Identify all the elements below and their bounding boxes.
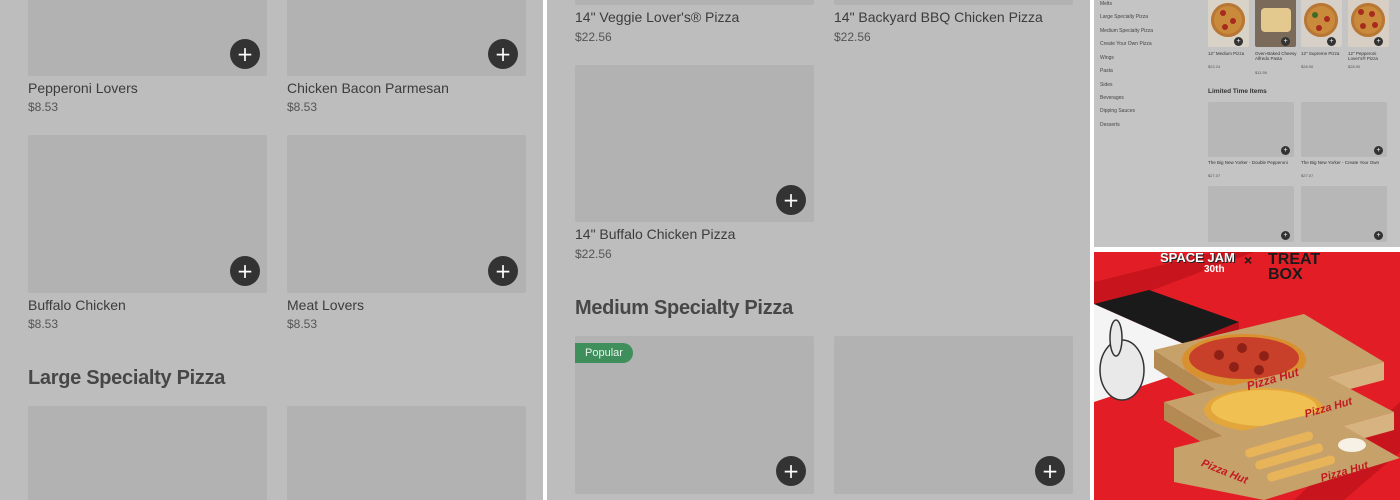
add-item-button[interactable]: +: [776, 456, 806, 486]
sidebar-item[interactable]: Pasta: [1100, 68, 1113, 74]
product-name[interactable]: 12" Supreme Pizza: [1301, 51, 1345, 56]
product-price: $27.07: [1208, 173, 1221, 178]
sidebar-item[interactable]: Large Specialty Pizza: [1100, 14, 1148, 20]
item-price: $8.53: [28, 317, 59, 331]
item-image[interactable]: [28, 406, 267, 500]
sidebar-item[interactable]: Dipping Sauces: [1100, 108, 1135, 114]
promo-banner[interactable]: SPACE JAM 30th × TREAT BOX Pizza Hut Piz…: [1094, 252, 1400, 500]
add-item-button[interactable]: +: [1327, 37, 1336, 46]
product-price: $11.59: [1255, 70, 1267, 75]
add-item-button[interactable]: +: [1281, 231, 1290, 240]
product-price: $28.90: [1348, 64, 1361, 69]
add-item-button[interactable]: +: [1374, 146, 1383, 155]
close-icon: ×: [1244, 252, 1253, 268]
item-name[interactable]: Buffalo Chicken: [28, 297, 126, 313]
menu-panel-left: + + Pepperoni Lovers $8.53 Chicken Bacon…: [0, 0, 543, 500]
add-item-button[interactable]: +: [488, 39, 518, 69]
menu-panel-middle: 14" Veggie Lover's® Pizza $22.56 14" Bac…: [547, 0, 1090, 500]
product-price: $28.90: [1301, 64, 1314, 69]
add-item-button[interactable]: +: [488, 256, 518, 286]
item-price: $22.56: [834, 30, 871, 44]
section-title: Medium Specialty Pizza: [575, 297, 793, 319]
popular-badge: Popular: [575, 343, 633, 363]
sidebar-item[interactable]: Melts: [1100, 1, 1112, 7]
item-price: $8.53: [287, 100, 318, 114]
item-name[interactable]: Pepperoni Lovers: [28, 80, 138, 96]
sidebar-item[interactable]: Beverages: [1100, 95, 1124, 101]
product-name[interactable]: 12" Pepperoni Lover's® Pizza: [1348, 51, 1392, 61]
add-item-button[interactable]: +: [230, 39, 260, 69]
add-item-button[interactable]: +: [1281, 146, 1290, 155]
item-price: $8.53: [28, 100, 59, 114]
product-name[interactable]: The Big New Yorker - Double Pepperoni: [1208, 160, 1288, 165]
promo-left-subtitle: 30th: [1204, 264, 1225, 275]
item-name[interactable]: Meat Lovers: [287, 297, 364, 313]
item-image[interactable]: [28, 0, 267, 76]
item-image[interactable]: [834, 0, 1073, 5]
section-title: Large Specialty Pizza: [28, 367, 226, 389]
item-price: $22.56: [575, 247, 612, 261]
sidebar-item[interactable]: Desserts: [1100, 122, 1120, 128]
item-image[interactable]: [287, 0, 526, 76]
item-image[interactable]: [575, 0, 814, 5]
add-item-button[interactable]: +: [230, 256, 260, 286]
sidebar-item[interactable]: Create Your Own Pizza: [1100, 41, 1152, 47]
add-item-button[interactable]: +: [1035, 456, 1065, 486]
product-name[interactable]: Oven-Baked Cheesy Alfredo Pasta: [1255, 51, 1299, 61]
item-name[interactable]: 14" Veggie Lover's® Pizza: [575, 9, 739, 25]
item-name[interactable]: Chicken Bacon Parmesan: [287, 80, 449, 96]
item-name[interactable]: 14" Backyard BBQ Chicken Pizza: [834, 9, 1043, 25]
add-item-button[interactable]: +: [1281, 37, 1290, 46]
product-name[interactable]: The Big New Yorker - Create Your Own: [1301, 160, 1381, 165]
sidebar-item[interactable]: Medium Specialty Pizza: [1100, 28, 1153, 34]
product-price: $22.24: [1208, 64, 1221, 69]
add-item-button[interactable]: +: [1374, 37, 1383, 46]
product-price: $27.07: [1301, 173, 1314, 178]
section-title: Limited Time Items: [1208, 88, 1267, 95]
sidebar-item[interactable]: Wings: [1100, 55, 1114, 61]
item-price: $22.56: [575, 30, 612, 44]
mini-menu-screenshot: Melts Large Specialty Pizza Medium Speci…: [1094, 0, 1400, 247]
item-name[interactable]: 14" Buffalo Chicken Pizza: [575, 226, 735, 242]
product-name[interactable]: 12" Medium Pizza: [1208, 51, 1252, 56]
item-image[interactable]: [287, 406, 526, 500]
sidebar-item[interactable]: Sides: [1100, 82, 1113, 88]
promo-right-title: TREAT BOX: [1268, 252, 1321, 283]
add-item-button[interactable]: +: [1374, 231, 1383, 240]
item-price: $8.53: [287, 317, 318, 331]
add-item-button[interactable]: +: [1234, 37, 1243, 46]
add-item-button[interactable]: +: [776, 185, 806, 215]
